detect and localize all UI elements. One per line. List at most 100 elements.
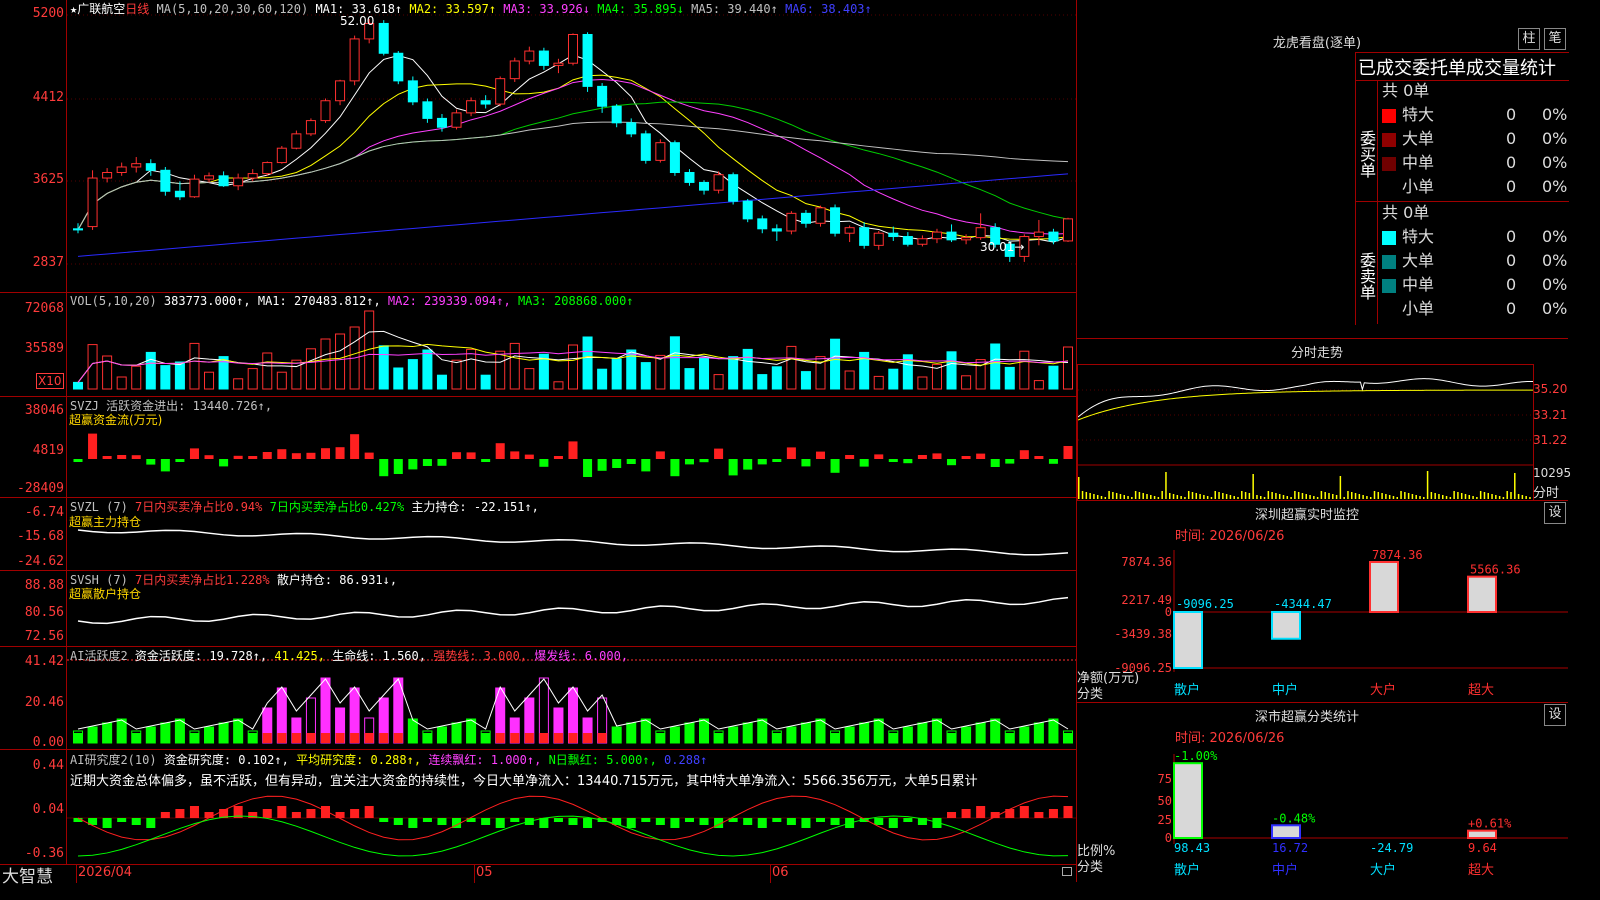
ai2-base-2 — [102, 733, 112, 743]
intra-vol-81 — [1385, 494, 1387, 499]
svzl-pane[interactable]: SVZL (7) 7日内买卖净占比0.94% 7日内买卖净占比0.427% 主力… — [0, 498, 1076, 571]
ais-bar-30 — [510, 818, 520, 822]
svzj-bar-68 — [1063, 446, 1073, 459]
intra-vol-30 — [1191, 492, 1194, 499]
svzj-bar-15 — [291, 453, 301, 459]
vol-bar-7 — [174, 361, 185, 390]
ai2-base-35 — [583, 733, 593, 743]
tick-toggle-button[interactable]: 笔 — [1544, 28, 1566, 50]
buy-rows-value-0: 0 — [1506, 105, 1517, 124]
svzj-bar-19 — [350, 434, 360, 459]
ais-bar-28 — [481, 818, 491, 825]
svzj-bar-63 — [990, 459, 1000, 467]
sell-rows-label-0: 特大 — [1402, 227, 1435, 246]
svzj-bar-34 — [568, 441, 578, 459]
svzj-bar-48 — [772, 459, 782, 462]
intra-vol-35 — [1210, 497, 1213, 499]
ais-bar-16 — [306, 809, 316, 818]
svzj-bar-59 — [932, 453, 942, 459]
candle-body-39 — [640, 133, 651, 161]
svzj-bar-66 — [1034, 456, 1044, 459]
intra-vol-66 — [1328, 493, 1330, 499]
class-svg: 75 50 25 0 -1.00% 98.43 散户 -0.48% 16.72 中户 -24.79 大… — [1158, 749, 1568, 878]
vol-bar-48 — [771, 366, 782, 390]
intra-vol-106 — [1479, 491, 1482, 499]
dragon-box: 已成交委托单成交量统计 委买单 共 0单 特大 0 0% 大单 0 0% 中单 0 0% 小单 0 0… — [1355, 52, 1569, 325]
monitor-y-2: 0 — [1165, 605, 1172, 619]
ai2-base-17 — [320, 733, 331, 743]
ais-y-0: 0.44 — [32, 758, 64, 773]
class-cat-0: 散户 — [1174, 862, 1200, 878]
ai2-base-26 — [452, 733, 462, 743]
svzj-bar-17 — [320, 448, 331, 459]
intra-vol-118 — [1525, 496, 1527, 499]
intra-vol-31 — [1195, 493, 1198, 499]
ai2-base-33 — [553, 733, 563, 743]
period-label[interactable]: 日线 — [125, 2, 149, 16]
main-kline-pane[interactable]: ★广联航空日线 MA(5,10,20,30,60,120) MA1: 33.61… — [0, 0, 1076, 293]
vol-bar-31 — [524, 368, 535, 390]
ai-study-text: 近期大资金总体偏多，虽不活跃，但有异动，宜关注大资金的持续性，今日大单净流入：1… — [70, 774, 978, 789]
candle-body-44 — [713, 174, 724, 191]
ai2-base-62 — [976, 733, 986, 743]
sell-total: 共 0单 — [1382, 203, 1430, 222]
date-tick-0 — [76, 865, 77, 883]
svzl-y-1: -15.68 — [17, 529, 64, 544]
svzj-bar-60 — [947, 459, 957, 466]
svzj-pane[interactable]: SVZJ 活跃资金进出: 13440.726↑, 超赢资金流(万元) 38046… — [0, 397, 1076, 498]
ais-bar-57 — [903, 818, 913, 822]
svzj-bar-45 — [728, 459, 738, 476]
ais-bar-23 — [408, 818, 418, 828]
ai2-y-2: 0.00 — [32, 735, 64, 750]
intra-vol-77 — [1369, 497, 1372, 499]
intra-vol-107 — [1483, 492, 1486, 499]
ais-bar-4 — [131, 818, 141, 825]
ai2-y-0: 41.42 — [24, 654, 64, 669]
svzj-bar-32 — [539, 459, 549, 467]
intra-y-0: 35.20 — [1533, 382, 1568, 396]
monitor-y-3: -3439.38 — [1114, 627, 1172, 641]
svsh-pane[interactable]: SVSH (7) 7日内买卖净占比1.228% 散户持仓: 86.931↓, 超… — [0, 571, 1076, 647]
ai2-base-68 — [1063, 733, 1073, 743]
svzj-y-2: -28409 — [17, 481, 64, 496]
candle-body-7 — [174, 190, 185, 198]
intra-vol-58 — [1297, 492, 1300, 499]
vol-bar-41 — [669, 336, 680, 390]
svzl-leg-item-2: 7日内买卖净占比0.427% — [269, 500, 412, 514]
intraday-chart[interactable] — [1077, 364, 1534, 501]
svzj-bar-40 — [655, 451, 665, 459]
class-bottom-0: 98.43 — [1174, 841, 1210, 855]
ais-bar-42 — [684, 818, 694, 822]
ai2-base-48 — [772, 733, 782, 743]
vol-bar-25 — [436, 374, 447, 390]
svzj-bar-67 — [1048, 459, 1058, 464]
volume-pane[interactable]: VOL(5,10,20) 383773.000↑, MA1: 270483.81… — [0, 293, 1076, 397]
svzj-bar-6 — [160, 459, 170, 472]
intra-vol-40 — [1229, 495, 1232, 499]
vol-bar-30 — [509, 342, 520, 390]
svzj-bar-10 — [219, 459, 229, 467]
swatch-icon — [1382, 278, 1396, 293]
vol-leg-item-3: MA2: 239339.094↑, — [387, 294, 518, 308]
kline-svg[interactable] — [0, 0, 1076, 292]
ai2-base-52 — [830, 733, 840, 743]
ais-bar-6 — [160, 812, 170, 818]
class-bottom-1: 16.72 — [1272, 841, 1308, 855]
intra-vol-71 — [1347, 491, 1349, 499]
intra-vol-42 — [1237, 497, 1239, 499]
sell-rows-pct-3: 0% — [1542, 299, 1568, 318]
intra-vol-5 — [1096, 495, 1099, 499]
svzl-leg-item-1: 7日内买卖净占比0.94% — [135, 500, 270, 514]
left-chart-area[interactable]: ★广联航空日线 MA(5,10,20,30,60,120) MA1: 33.61… — [0, 0, 1076, 887]
ais-bar-3 — [117, 818, 127, 822]
intra-vol-36 — [1214, 491, 1216, 499]
ai-activity-pane[interactable]: AI活跃度2 资金活跃度: 19.728↑, 41.425, 生命线: 1.56… — [0, 647, 1076, 750]
ai-study-pane[interactable]: AI研究度2(10) 资金研究度: 0.102↑, 平均研究度: 0.288↑,… — [0, 750, 1076, 864]
svzj-bar-22 — [393, 459, 403, 474]
sell-rows-value-3: 0 — [1506, 299, 1517, 318]
column-toggle-button[interactable]: 柱 — [1518, 28, 1540, 50]
sell-rows-label-3: 小单 — [1402, 299, 1435, 318]
lock-icon[interactable] — [1062, 867, 1072, 876]
vol-bar-46 — [742, 348, 753, 390]
sell-side-label: 委卖单 — [1356, 202, 1378, 324]
